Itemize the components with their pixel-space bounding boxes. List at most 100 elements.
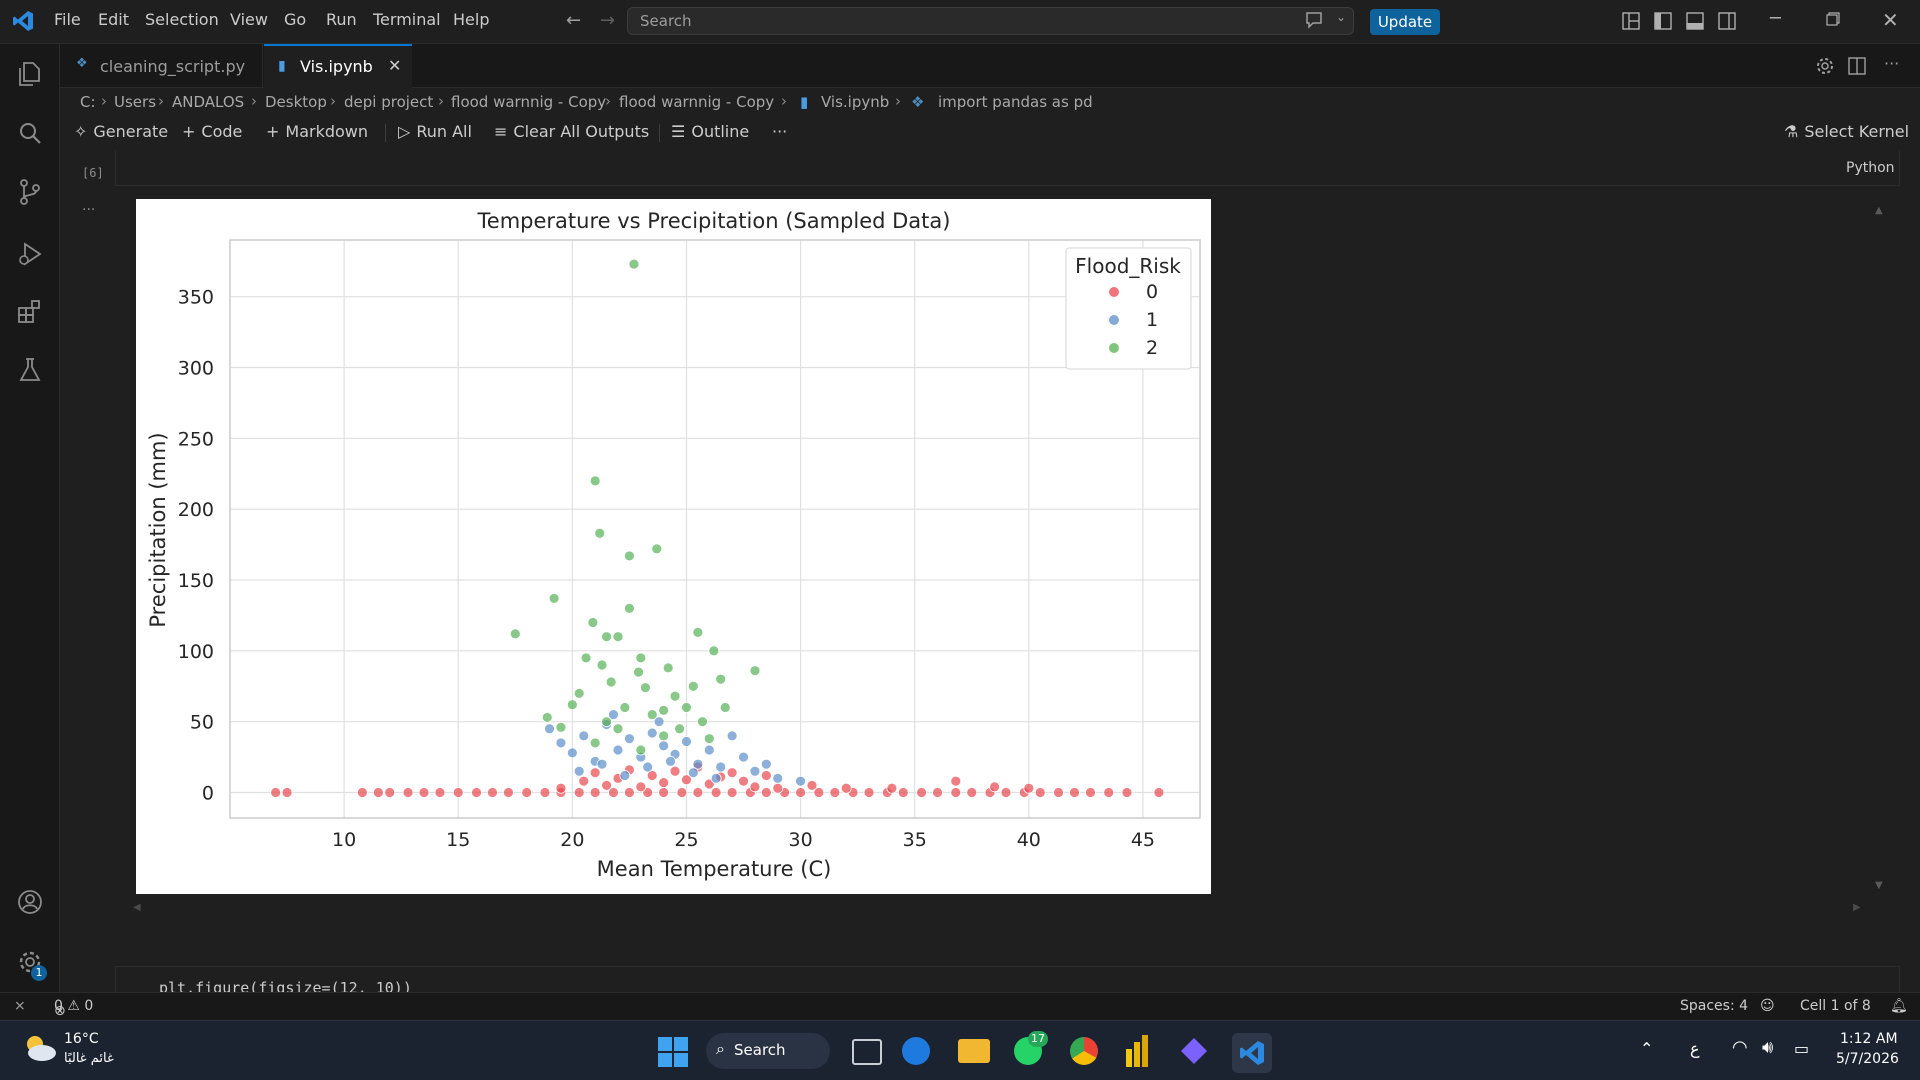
- show-hidden-icons-chevron-icon[interactable]: ⌃: [1640, 1039, 1653, 1058]
- clear-all-outputs-label: Clear All Outputs: [513, 122, 650, 141]
- explorer-icon[interactable]: [16, 60, 44, 88]
- cell-language-label[interactable]: Python: [1846, 160, 1895, 176]
- add-code-cell-button[interactable]: + Code: [182, 122, 242, 141]
- scatter-point-risk-2: [601, 716, 612, 728]
- chrome-icon[interactable]: [1070, 1037, 1098, 1065]
- vscode-taskbar-button[interactable]: [1232, 1033, 1272, 1073]
- close-tab-icon[interactable]: ✕: [388, 56, 401, 75]
- battery-icon[interactable]: ▭: [1794, 1039, 1809, 1058]
- menu-view[interactable]: View: [230, 10, 268, 29]
- breadcrumb-item[interactable]: ANDALOS: [172, 93, 244, 111]
- toggle-secondary-sidebar-icon[interactable]: [1718, 12, 1736, 30]
- add-markdown-cell-button[interactable]: + Markdown: [266, 122, 368, 141]
- input-language[interactable]: ع: [1690, 1039, 1700, 1058]
- wifi-icon[interactable]: ◠: [1732, 1037, 1748, 1058]
- breadcrumb-item[interactable]: depi project: [344, 93, 433, 111]
- scatter-point-risk-1: [658, 740, 670, 752]
- search-icon[interactable]: [16, 120, 44, 148]
- copilot-status-icon[interactable]: ☺: [1760, 998, 1775, 1014]
- output-more-ellipsis[interactable]: ...: [82, 198, 95, 214]
- clear-all-outputs-button[interactable]: ≡ Clear All Outputs: [494, 122, 649, 141]
- breadcrumb-item[interactable]: Users: [114, 93, 156, 111]
- scatter-point-risk-0: [658, 777, 670, 788]
- run-all-button[interactable]: ▷ Run All: [398, 122, 472, 141]
- generate-button[interactable]: ✧ Generate: [74, 122, 168, 141]
- outline-button[interactable]: ☰ Outline: [671, 122, 749, 141]
- back-arrow-icon[interactable]: ←: [566, 10, 581, 31]
- tab-vis-notebook[interactable]: ▮ Vis.ipynb ✕: [264, 44, 412, 88]
- menu-terminal[interactable]: Terminal: [373, 10, 441, 29]
- minimize-icon[interactable]: ─: [1770, 8, 1781, 29]
- menu-selection[interactable]: Selection: [145, 10, 219, 29]
- command-center-search[interactable]: Search: [627, 7, 1354, 35]
- accounts-icon[interactable]: [16, 888, 44, 916]
- code-cell-input[interactable]: Python: [115, 150, 1900, 186]
- select-kernel-button[interactable]: ⚗ Select Kernel: [1784, 122, 1909, 141]
- windows-start-icon[interactable]: [658, 1037, 688, 1067]
- close-window-icon[interactable]: ✕: [1882, 8, 1899, 32]
- edge-browser-icon[interactable]: [902, 1037, 930, 1065]
- menu-run[interactable]: Run: [326, 10, 357, 29]
- weather-temperature[interactable]: 16°C: [64, 1031, 99, 1047]
- source-control-icon[interactable]: [16, 178, 44, 206]
- chevron-down-icon[interactable]: ⌄: [1336, 10, 1346, 24]
- scroll-left-arrow-icon[interactable]: ◀: [133, 902, 141, 913]
- scatter-point-risk-1: [642, 761, 654, 773]
- scatter-point-risk-0: [692, 787, 704, 798]
- split-editor-icon[interactable]: [1848, 57, 1866, 75]
- editor-tab-bar: ❖ cleaning_script.py ▮ Vis.ipynb ✕ ···: [60, 44, 1920, 88]
- tab-cleaning-script[interactable]: ❖ cleaning_script.py: [60, 44, 263, 88]
- notifications-bell-icon[interactable]: 🔔︎: [1890, 998, 1908, 1014]
- scatter-point-risk-2: [555, 721, 567, 733]
- menu-help[interactable]: Help: [453, 10, 489, 29]
- notebook-settings-gear-icon[interactable]: [1816, 57, 1834, 75]
- restore-icon[interactable]: [1826, 12, 1840, 26]
- scroll-up-arrow-icon[interactable]: ▲: [1875, 205, 1883, 216]
- forward-arrow-icon[interactable]: →: [600, 10, 615, 31]
- weather-cloud-icon[interactable]: [22, 1033, 58, 1063]
- scatter-point-risk-0: [886, 782, 898, 794]
- problems-indicator[interactable]: ⊗ 0 ⚠ 0: [54, 998, 93, 1019]
- scatter-point-risk-1: [624, 733, 635, 745]
- sparkle-icon: ✧: [74, 122, 88, 141]
- power-bi-icon[interactable]: [1126, 1035, 1150, 1067]
- more-actions-icon[interactable]: ···: [1884, 54, 1899, 73]
- notebook-file-icon: ▮: [278, 58, 286, 74]
- volume-icon[interactable]: 🔊︎: [1762, 1037, 1773, 1058]
- breadcrumb-item[interactable]: Desktop: [265, 93, 327, 111]
- toggle-panel-icon[interactable]: [1686, 12, 1704, 30]
- menu-edit[interactable]: Edit: [98, 10, 129, 29]
- breadcrumb-item[interactable]: Vis.ipynb: [821, 93, 889, 111]
- cell-position-status[interactable]: Cell 1 of 8: [1800, 998, 1871, 1014]
- breadcrumb-item[interactable]: import pandas as pd: [938, 93, 1093, 111]
- scatter-point-risk-1: [681, 736, 692, 747]
- toggle-primary-sidebar-icon[interactable]: [1654, 12, 1672, 30]
- outline-label: Outline: [691, 122, 750, 141]
- task-view-icon[interactable]: [852, 1039, 882, 1065]
- clock-date[interactable]: 5/7/2026: [1836, 1051, 1899, 1067]
- scroll-down-arrow-icon[interactable]: ▼: [1875, 880, 1883, 891]
- clock-time[interactable]: 1:12 AM: [1840, 1031, 1898, 1047]
- extensions-icon[interactable]: [16, 298, 44, 326]
- x-tick-label: 45: [1131, 829, 1155, 851]
- menu-go[interactable]: Go: [284, 10, 306, 29]
- scroll-right-arrow-icon[interactable]: ▶: [1853, 902, 1861, 913]
- x-tick-label: 40: [1017, 829, 1041, 851]
- taskbar-search-box[interactable]: Search ⌕: [706, 1033, 830, 1069]
- breadcrumb-item[interactable]: flood warnnig - Copy: [451, 93, 606, 111]
- breadcrumb-item[interactable]: flood warnnig - Copy: [619, 93, 774, 111]
- run-debug-icon[interactable]: [16, 240, 44, 268]
- testing-flask-icon[interactable]: [16, 356, 44, 384]
- customize-layout-icon[interactable]: [1622, 12, 1640, 30]
- scatter-point-risk-0: [589, 767, 601, 779]
- figma-like-app-icon[interactable]: [1180, 1037, 1208, 1065]
- update-button[interactable]: Update: [1370, 9, 1440, 35]
- file-explorer-icon[interactable]: [958, 1039, 990, 1063]
- breadcrumb-item[interactable]: C:: [80, 93, 96, 111]
- scatter-point-risk-2: [687, 680, 699, 692]
- indentation-status[interactable]: Spaces: 4: [1680, 998, 1748, 1014]
- remote-indicator-icon[interactable]: ⨯: [14, 998, 26, 1014]
- menu-file[interactable]: File: [54, 10, 81, 29]
- copilot-chat-icon[interactable]: [1304, 11, 1324, 29]
- more-toolbar-actions[interactable]: ···: [772, 122, 787, 141]
